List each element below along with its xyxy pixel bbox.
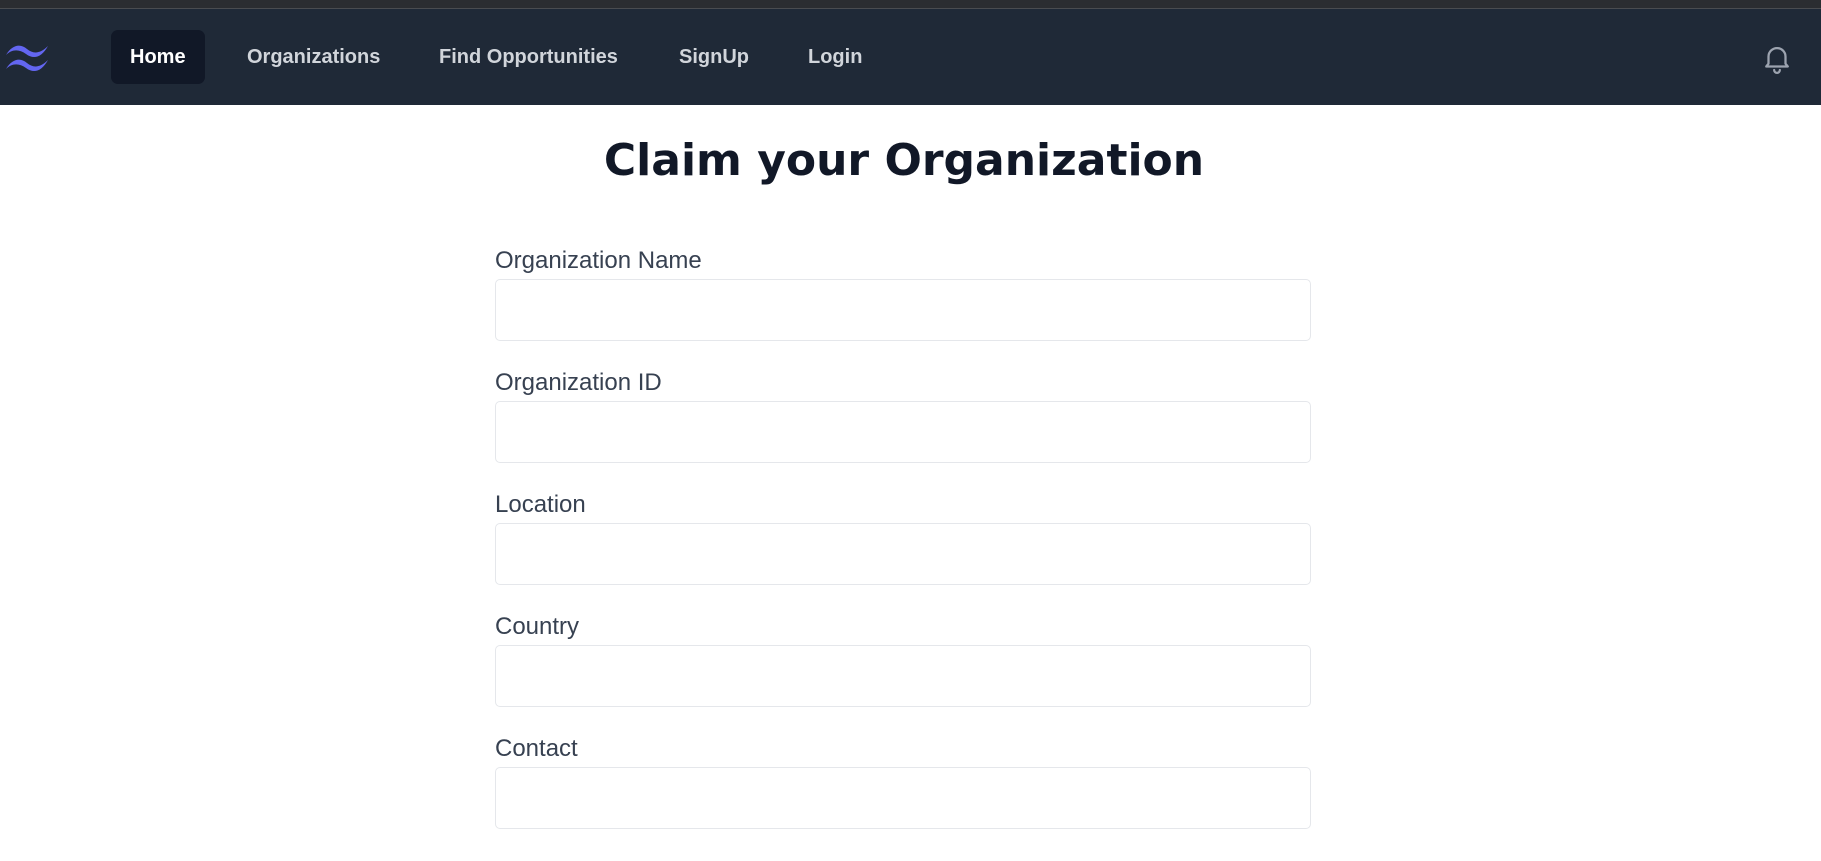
location-label: Location [495,491,586,518]
nav-login[interactable]: Login [789,30,881,84]
organization-name-input[interactable] [495,279,1311,341]
bell-icon[interactable] [1760,41,1794,75]
nav-organizations[interactable]: Organizations [228,30,399,84]
top-navbar: Home Organizations Find Opportunities Si… [0,9,1821,105]
location-input[interactable] [495,523,1311,585]
country-label: Country [495,613,580,640]
organization-id-input[interactable] [495,401,1311,463]
browser-top-strip [0,0,1821,9]
nav-find-opportunities[interactable]: Find Opportunities [420,30,637,84]
contact-input[interactable] [495,767,1311,829]
organization-name-label: Organization Name [495,247,702,274]
logo-icon[interactable] [2,37,52,77]
country-input[interactable] [495,645,1311,707]
nav-home[interactable]: Home [111,30,205,84]
organization-id-label: Organization ID [495,369,662,396]
page-title: Claim your Organization [603,135,1205,186]
nav-signup[interactable]: SignUp [660,30,768,84]
contact-label: Contact [495,735,578,762]
